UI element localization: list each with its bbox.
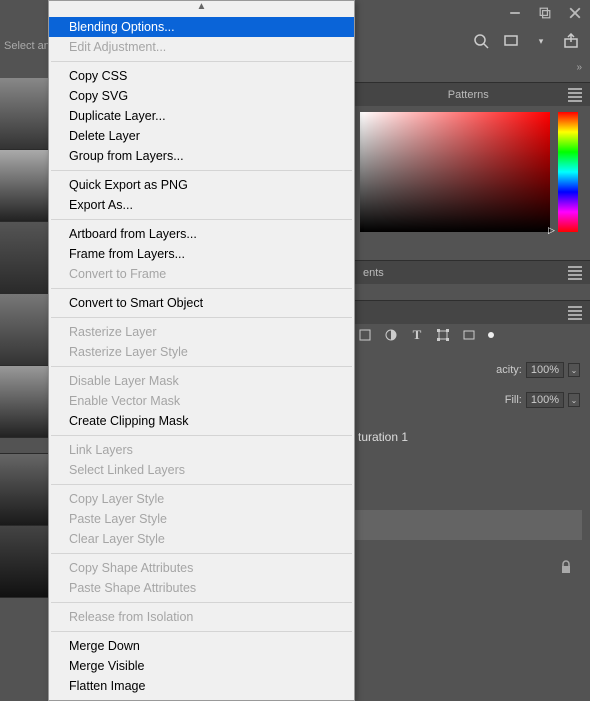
menu-item[interactable]: Export As...: [49, 195, 354, 215]
menu-item[interactable]: Copy CSS: [49, 66, 354, 86]
menu-scroll-up-icon[interactable]: ▲: [49, 1, 354, 17]
menu-item: Copy Layer Style: [49, 489, 354, 509]
menu-item: Select Linked Layers: [49, 460, 354, 480]
menu-separator: [51, 602, 352, 603]
menu-item: Paste Shape Attributes: [49, 578, 354, 598]
chevron-down-icon[interactable]: ▾: [532, 32, 550, 50]
menu-item[interactable]: Copy SVG: [49, 86, 354, 106]
menu-item[interactable]: Artboard from Layers...: [49, 224, 354, 244]
menu-separator: [51, 288, 352, 289]
search-icon[interactable]: [472, 32, 490, 50]
filter-adjust-icon[interactable]: [384, 328, 398, 342]
opacity-dropdown-icon[interactable]: ⌄: [568, 363, 580, 377]
panel-menu-icon[interactable]: [568, 88, 582, 102]
layer-row[interactable]: turation 1: [358, 426, 580, 448]
menu-item[interactable]: Merge Visible: [49, 656, 354, 676]
menu-item: Rasterize Layer Style: [49, 342, 354, 362]
panel-menu-icon[interactable]: [568, 306, 582, 320]
filter-shape-icon[interactable]: [436, 328, 450, 342]
filter-toggle-icon[interactable]: [488, 332, 494, 338]
opacity-control: acity: 100% ⌄: [358, 362, 580, 378]
menu-item[interactable]: Convert to Smart Object: [49, 293, 354, 313]
layers-panel-header: [355, 300, 590, 324]
color-picker-field[interactable]: [360, 112, 550, 232]
menu-item[interactable]: Group from Layers...: [49, 146, 354, 166]
lock-icon[interactable]: [560, 560, 572, 577]
layer-context-menu: ▲ Blending Options...Edit Adjustment... C…: [48, 0, 355, 701]
menu-separator: [51, 317, 352, 318]
panel-menu-icon[interactable]: [568, 266, 582, 280]
menu-item: Enable Vector Mask: [49, 391, 354, 411]
menu-item[interactable]: Delete Layer: [49, 126, 354, 146]
fill-dropdown-icon[interactable]: ⌄: [568, 393, 580, 407]
filter-smartobj-icon[interactable]: [462, 328, 476, 342]
menu-separator: [51, 170, 352, 171]
tab-adjustments-suffix[interactable]: ents: [363, 267, 384, 279]
menu-separator: [51, 366, 352, 367]
hue-marker-icon: ▷: [548, 225, 555, 236]
opacity-label: acity:: [496, 364, 522, 376]
screen-mode-icon[interactable]: [502, 32, 520, 50]
tab-patterns[interactable]: Patterns: [448, 89, 489, 101]
menu-item: Copy Shape Attributes: [49, 558, 354, 578]
maximize-button[interactable]: [530, 0, 560, 26]
fill-label: Fill:: [505, 394, 522, 406]
menu-separator: [51, 61, 352, 62]
menu-separator: [51, 553, 352, 554]
menu-item: Disable Layer Mask: [49, 371, 354, 391]
thumbnail[interactable]: [0, 222, 48, 294]
menu-item[interactable]: Duplicate Layer...: [49, 106, 354, 126]
menu-item[interactable]: Quick Export as PNG: [49, 175, 354, 195]
menu-item[interactable]: Create Clipping Mask: [49, 411, 354, 431]
menu-item: Link Layers: [49, 440, 354, 460]
workspace-toolbar: ▾: [472, 32, 580, 50]
thumbnail[interactable]: [0, 454, 48, 526]
menu-item: Clear Layer Style: [49, 529, 354, 549]
hue-slider[interactable]: [558, 112, 578, 232]
menu-separator: [51, 484, 352, 485]
menu-item[interactable]: Frame from Layers...: [49, 244, 354, 264]
close-button[interactable]: [560, 0, 590, 26]
menu-item: Edit Adjustment...: [49, 37, 354, 57]
thumbnail-gap: [0, 438, 48, 454]
menu-separator: [51, 219, 352, 220]
menu-item: Paste Layer Style: [49, 509, 354, 529]
thumbnail[interactable]: [0, 150, 48, 222]
layer-name: turation 1: [358, 430, 408, 444]
selected-layer-row[interactable]: [355, 510, 582, 540]
thumbnail[interactable]: [0, 78, 48, 150]
share-icon[interactable]: [562, 32, 580, 50]
thumbnail[interactable]: [0, 366, 48, 438]
filter-image-icon[interactable]: [358, 328, 372, 342]
fill-value[interactable]: 100%: [526, 392, 564, 408]
menu-separator: [51, 435, 352, 436]
minimize-button[interactable]: [500, 0, 530, 26]
menu-item: Release from Isolation: [49, 607, 354, 627]
thumbnail[interactable]: [0, 526, 48, 598]
opacity-value[interactable]: 100%: [526, 362, 564, 378]
menu-item: Convert to Frame: [49, 264, 354, 284]
adjustments-panel-header: ents: [355, 260, 590, 284]
thumbnail[interactable]: [0, 294, 48, 366]
menu-item: Rasterize Layer: [49, 322, 354, 342]
menu-separator: [51, 631, 352, 632]
fill-control: Fill: 100% ⌄: [358, 392, 580, 408]
menu-item[interactable]: Flatten Image: [49, 676, 354, 696]
menu-item[interactable]: Merge Down: [49, 636, 354, 656]
swatches-panel-header: s Patterns: [355, 82, 590, 106]
layer-filter-icons: T: [358, 328, 494, 342]
filter-text-icon[interactable]: T: [410, 328, 424, 342]
menu-item[interactable]: Blending Options...: [49, 17, 354, 37]
window-controls: [500, 0, 590, 26]
overflow-chevrons-icon[interactable]: »: [576, 62, 582, 73]
history-thumbnails: [0, 78, 48, 700]
